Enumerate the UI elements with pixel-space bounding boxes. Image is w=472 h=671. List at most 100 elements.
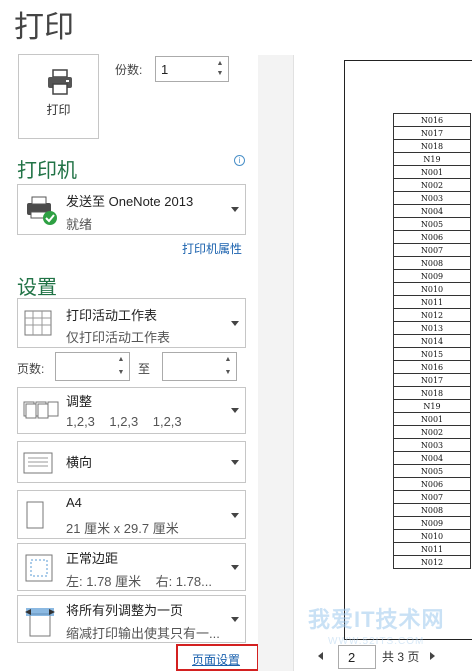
preview-cell: N012: [393, 555, 471, 569]
preview-cell: N016: [393, 360, 471, 374]
copies-down-icon[interactable]: ▼: [215, 69, 225, 79]
printer-status: 就绪: [66, 217, 93, 232]
collate-title: 调整: [66, 394, 93, 409]
chevron-down-icon: [231, 565, 239, 570]
table-row: N19: [393, 399, 471, 413]
scaling-subtitle: 缩减打印输出使其只有一...: [66, 626, 220, 641]
preview-cell: N19: [393, 399, 471, 413]
table-row: N19: [393, 152, 471, 166]
preview-cell: N012: [393, 308, 471, 322]
landscape-icon: [23, 452, 53, 474]
margins-dropdown[interactable]: 正常边距 左: 1.78 厘米 右: 1.78...: [17, 543, 246, 591]
preview-cell: N015: [393, 347, 471, 361]
total-pages: 共 3 页: [382, 650, 420, 664]
chevron-down-icon: [231, 408, 239, 413]
print-button[interactable]: 打印: [18, 54, 99, 139]
table-row: N010: [393, 529, 471, 543]
paper-size-dropdown[interactable]: A4 21 厘米 x 29.7 厘米: [17, 490, 246, 539]
pages-to-input[interactable]: ▲ ▼: [162, 352, 237, 381]
preview-cell: N006: [393, 230, 471, 244]
margins-icon: [25, 554, 53, 582]
preview-cell: N19: [393, 152, 471, 166]
printer-properties-link[interactable]: 打印机属性: [182, 240, 242, 257]
pages-label: 页数:: [17, 362, 45, 376]
paper-icon: [26, 501, 44, 529]
preview-cell: N018: [393, 386, 471, 400]
pages-from-up-icon[interactable]: ▲: [116, 355, 126, 365]
preview-cell: N007: [393, 243, 471, 257]
printer-icon: [48, 69, 72, 95]
fit-columns-icon: [25, 608, 55, 637]
pages-from-down-icon[interactable]: ▼: [116, 368, 126, 378]
worksheet-icon: [24, 310, 52, 336]
orientation-dropdown[interactable]: 横向: [17, 441, 246, 483]
preview-cell: N002: [393, 178, 471, 192]
preview-cell: N017: [393, 126, 471, 140]
table-row: N010: [393, 282, 471, 296]
chevron-down-icon: [231, 513, 239, 518]
table-row: N005: [393, 217, 471, 231]
print-what-dropdown[interactable]: 打印活动工作表 仅打印活动工作表: [17, 298, 246, 348]
settings-scrollbar[interactable]: [258, 55, 293, 671]
preview-cell: N016: [393, 113, 471, 127]
pages-to-up-icon[interactable]: ▲: [223, 355, 233, 365]
copies-up-icon[interactable]: ▲: [215, 59, 225, 69]
preview-cell: N003: [393, 191, 471, 205]
info-icon[interactable]: i: [234, 155, 245, 166]
preview-cell: N001: [393, 165, 471, 179]
margins-subtitle: 左: 1.78 厘米 右: 1.78...: [66, 574, 212, 589]
table-row: N008: [393, 503, 471, 517]
preview-cell: N011: [393, 295, 471, 309]
copies-input[interactable]: 1 ▲ ▼: [155, 56, 229, 82]
table-row: N013: [393, 321, 471, 335]
table-row: N016: [393, 113, 471, 127]
table-row: N001: [393, 412, 471, 426]
scaling-dropdown[interactable]: 将所有列调整为一页 缩减打印输出使其只有一...: [17, 595, 246, 643]
collate-icon: [23, 401, 59, 419]
page-setup-link[interactable]: 页面设置: [192, 651, 240, 668]
table-row: N002: [393, 425, 471, 439]
print-what-title: 打印活动工作表: [66, 308, 158, 323]
table-row: N005: [393, 464, 471, 478]
collate-dropdown[interactable]: 调整 1,2,3 1,2,3 1,2,3: [17, 387, 246, 434]
watermark-text: 我爱IT技术网: [308, 607, 445, 632]
copies-value: 1: [161, 62, 169, 77]
pages-to-down-icon[interactable]: ▼: [223, 368, 233, 378]
table-row: N011: [393, 295, 471, 309]
preview-cell: N004: [393, 204, 471, 218]
preview-cell: N005: [393, 464, 471, 478]
preview-cell: N009: [393, 269, 471, 283]
table-row: N001: [393, 165, 471, 179]
page-number-input[interactable]: 2: [338, 645, 376, 669]
next-page-icon[interactable]: [430, 652, 435, 660]
pages-to-label: 至: [138, 362, 151, 376]
preview-cell: N003: [393, 438, 471, 452]
table-row: N009: [393, 516, 471, 530]
pane-divider: [293, 55, 294, 671]
pages-from-input[interactable]: ▲ ▼: [55, 352, 130, 381]
paper-subtitle: 21 厘米 x 29.7 厘米: [66, 521, 179, 536]
margins-title: 正常边距: [66, 551, 119, 566]
preview-cell: N004: [393, 451, 471, 465]
table-row: N012: [393, 308, 471, 322]
preview-cell: N002: [393, 425, 471, 439]
print-what-subtitle: 仅打印活动工作表: [66, 330, 171, 345]
paper-title: A4: [66, 495, 82, 510]
preview-cell: N014: [393, 334, 471, 348]
chevron-down-icon: [231, 460, 239, 465]
table-row: N006: [393, 230, 471, 244]
page-title: 打印: [14, 11, 74, 44]
printer-dropdown[interactable]: 发送至 OneNote 2013 就绪: [17, 184, 246, 235]
preview-cell: N005: [393, 217, 471, 231]
preview-cell: N001: [393, 412, 471, 426]
prev-page-icon[interactable]: [318, 652, 323, 660]
preview-cell: N006: [393, 477, 471, 491]
table-row: N018: [393, 139, 471, 153]
scaling-title: 将所有列调整为一页: [66, 603, 184, 618]
table-row: N003: [393, 438, 471, 452]
chevron-down-icon: [231, 207, 239, 212]
table-row: N012: [393, 555, 471, 569]
copies-label: 份数:: [115, 63, 143, 77]
table-row: N016: [393, 360, 471, 374]
orientation-title: 横向: [66, 455, 93, 470]
